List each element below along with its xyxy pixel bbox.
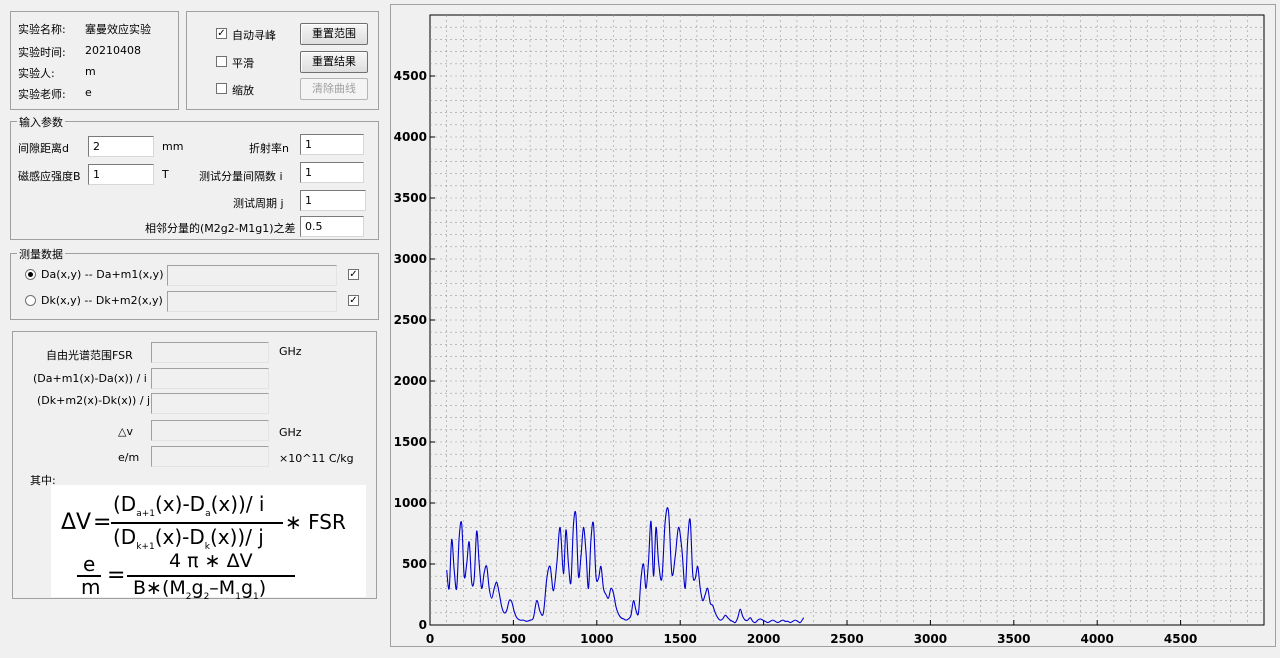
input-params-title: 输入参数 — [17, 114, 65, 130]
em-unit: ×10^11 C/kg — [279, 452, 354, 465]
y-tick-label: 1000 — [394, 496, 427, 510]
formula-times-fsr: ∗ FSR — [285, 510, 346, 534]
x-tick-label: 4500 — [1164, 632, 1197, 646]
auto-peak-label[interactable]: 自动寻峰 — [232, 27, 276, 43]
field-unit: T — [162, 168, 169, 181]
experiment-info-panel: 实验名称: 塞曼效应实验 实验时间: 20210408 实验人: m 实验老师:… — [10, 11, 179, 110]
gap-label: 间隙距离d — [18, 142, 69, 155]
x-tick-label: 2000 — [747, 632, 780, 646]
input-params-group: 输入参数 间隙距离d mm 折射率n 磁感应强度B T 测试分量间隔数 i 测试… — [10, 114, 379, 240]
diff-label: 相邻分量的(M2g2-M1g1)之差 — [145, 222, 296, 235]
y-tick-label: 4000 — [394, 130, 427, 144]
chart-panel: 0 500 1000 1500 2000 2500 3000 3500 4000 4500 0 500… — [390, 4, 1276, 647]
reset-result-button[interactable]: 重置结果 — [300, 51, 368, 73]
experiment-teacher-value: e — [85, 86, 92, 99]
y-tick-label: 0 — [419, 618, 427, 632]
x-tick-label: 3500 — [997, 632, 1030, 646]
row2-label[interactable]: Dk(x,y) -- Dk+m2(x,y) — [41, 294, 163, 307]
da-input[interactable] — [151, 368, 269, 389]
x-tick-label: 1500 — [663, 632, 696, 646]
reset-range-button[interactable]: 重置范围 — [300, 23, 368, 45]
smooth-checkbox[interactable] — [216, 56, 227, 67]
x-tick-label: 0 — [426, 632, 434, 646]
field-label: 磁感应强度B — [18, 170, 81, 183]
formula-delta-v: ΔV — [61, 510, 92, 535]
experiment-name-label: 实验名称: — [18, 23, 66, 36]
zoom-checkbox[interactable] — [216, 83, 227, 94]
y-tick-label: 2500 — [394, 313, 427, 327]
refractive-input[interactable] — [300, 134, 364, 155]
gap-unit: mm — [162, 140, 184, 153]
x-tick-label: 500 — [501, 632, 526, 646]
formula-numerator-1: (Da+1(x)-Da(x))/ i — [113, 492, 265, 519]
em-label: e/m — [118, 451, 140, 464]
formula-e: e — [83, 552, 96, 576]
x-tick-label: 1000 — [580, 632, 613, 646]
interval-input[interactable] — [300, 162, 364, 183]
formula-numerator-2: 4 π ∗ ΔV — [169, 550, 253, 572]
dk-input[interactable] — [151, 393, 269, 414]
row2-checkbox[interactable]: ✓ — [348, 295, 359, 306]
experiment-name-value: 塞曼效应实验 — [85, 23, 151, 36]
measure-title: 测量数据 — [17, 246, 65, 262]
em-input[interactable] — [151, 446, 269, 467]
interval-label: 测试分量间隔数 i — [199, 170, 283, 183]
x-tick-label: 2500 — [830, 632, 863, 646]
y-tick-label: 500 — [402, 557, 427, 571]
da-label: (Da+m1(x)-Da(x)) / i — [33, 372, 147, 385]
row1-checkbox[interactable]: ✓ — [348, 269, 359, 280]
formula-m: m — [81, 575, 101, 599]
y-tick-label: 3500 — [394, 191, 427, 205]
x-tick-label: 4000 — [1080, 632, 1113, 646]
row1-input[interactable] — [167, 265, 337, 286]
dv-input[interactable] — [151, 420, 269, 441]
experiment-teacher-label: 实验老师: — [18, 88, 66, 101]
dv-unit: GHz — [279, 426, 302, 439]
zoom-label[interactable]: 缩放 — [232, 82, 254, 98]
y-tick-label: 4500 — [394, 69, 427, 83]
smooth-label[interactable]: 平滑 — [232, 55, 254, 71]
experiment-time-value: 20210408 — [85, 44, 141, 57]
clear-curve-button[interactable]: 清除曲线 — [300, 78, 368, 100]
results-panel: 自由光谱范围FSR GHz (Da+m1(x)-Da(x)) / i (Dk+m… — [12, 331, 377, 602]
row2-radio[interactable] — [25, 295, 36, 306]
fsr-input[interactable] — [151, 342, 269, 363]
formula-denominator-2: B∗(M2g2–M1g1) — [133, 577, 267, 602]
formula-eq2: = — [107, 563, 126, 588]
options-panel: ✓ 自动寻峰 平滑 缩放 重置范围 重置结果 清除曲线 — [186, 11, 379, 110]
y-tick-label: 1500 — [394, 435, 427, 449]
experiment-time-label: 实验时间: — [18, 46, 66, 59]
fsr-label: 自由光谱范围FSR — [46, 349, 133, 362]
field-input[interactable] — [88, 164, 154, 185]
dv-label: △v — [118, 425, 133, 438]
auto-peak-checkbox[interactable]: ✓ — [216, 28, 227, 39]
period-input[interactable] — [300, 190, 366, 211]
row1-radio[interactable] — [25, 269, 36, 280]
experiment-person-value: m — [85, 65, 96, 78]
x-tick-label: 3000 — [914, 632, 947, 646]
diff-input[interactable] — [300, 216, 364, 237]
formula-fraction-bar-1 — [111, 522, 283, 524]
row2-input[interactable] — [167, 291, 337, 312]
formula-eq1: = — [93, 510, 112, 535]
formula-denominator-1: (Dk+1(x)-Dk(x))/ j — [113, 525, 264, 552]
refractive-label: 折射率n — [249, 142, 289, 155]
fsr-unit: GHz — [279, 345, 302, 358]
y-tick-label: 3000 — [394, 252, 427, 266]
gap-input[interactable] — [88, 136, 154, 157]
experiment-person-label: 实验人: — [18, 67, 55, 80]
measure-group: 测量数据 Da(x,y) -- Da+m1(x,y) ✓ Dk(x,y) -- … — [10, 246, 379, 320]
row1-label[interactable]: Da(x,y) -- Da+m1(x,y) — [41, 268, 163, 281]
y-tick-label: 2000 — [394, 374, 427, 388]
period-label: 测试周期 j — [233, 197, 284, 210]
spectrum-chart[interactable]: 0 500 1000 1500 2000 2500 3000 3500 4000 4500 0 500… — [391, 5, 1275, 646]
dk-label: (Dk+m2(x)-Dk(x)) / j — [37, 394, 151, 407]
